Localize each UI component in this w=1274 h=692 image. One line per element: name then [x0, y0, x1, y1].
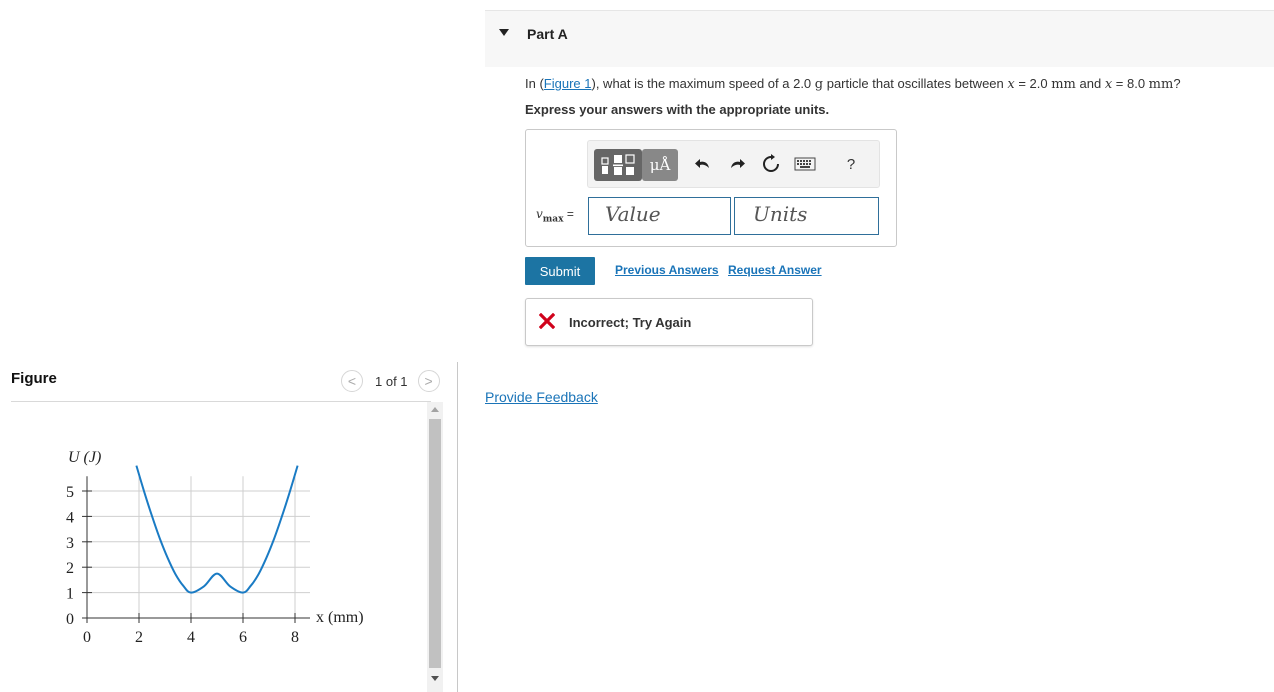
question-text: In (Figure 1), what is the maximum speed…: [525, 76, 1181, 92]
submit-button[interactable]: Submit: [525, 257, 595, 285]
scroll-thumb[interactable]: [429, 419, 441, 668]
figure-link[interactable]: Figure 1: [544, 76, 592, 91]
redo-icon[interactable]: [726, 153, 748, 175]
chart-grid: [87, 476, 310, 618]
question-mid: ), what is the maximum speed of a 2.0: [591, 76, 815, 91]
units-input[interactable]: Units: [734, 197, 879, 235]
templates-button[interactable]: [594, 149, 642, 181]
x-tick-label: 0: [83, 629, 91, 646]
x-axis-label: x (mm): [316, 609, 364, 626]
feedback-text: Incorrect; Try Again: [569, 315, 692, 330]
chevron-left-icon: <: [347, 373, 357, 389]
reset-icon[interactable]: [760, 153, 782, 175]
length-unit-1: mm: [1051, 77, 1076, 92]
part-a-header[interactable]: Part A: [485, 10, 1274, 67]
math-toolbar: μÅ ?: [587, 140, 880, 188]
question-prefix: In (: [525, 76, 544, 91]
energy-curve: [135, 465, 299, 594]
x-tick-label: 2: [135, 629, 143, 646]
y-tick-label: 1: [66, 586, 74, 603]
prev-figure-button[interactable]: <: [341, 370, 363, 392]
y-tick-label: 0: [66, 611, 74, 628]
var-v: v: [536, 207, 543, 221]
part-title: Part A: [527, 26, 568, 42]
var-x1: x: [1007, 77, 1015, 92]
scroll-down-icon[interactable]: [431, 676, 439, 681]
units-button[interactable]: μÅ: [642, 149, 678, 181]
answer-box: μÅ ? vmax = Value Units: [525, 129, 897, 247]
mass-unit: g: [814, 77, 824, 92]
y-tick-label: 4: [66, 509, 74, 526]
provide-feedback-link[interactable]: Provide Feedback: [485, 389, 598, 405]
feedback-box: Incorrect; Try Again: [525, 298, 813, 346]
instruction-text: Express your answers with the appropriat…: [525, 102, 830, 117]
keyboard-icon[interactable]: [794, 153, 816, 175]
eq2: = 8.0: [1112, 76, 1149, 91]
and-text: and: [1075, 76, 1105, 91]
question-end: ?: [1173, 76, 1181, 91]
vmax-label: vmax =: [536, 207, 574, 224]
x-tick-label: 8: [291, 629, 299, 646]
panel-divider[interactable]: [457, 362, 458, 692]
x-tick-label: 6: [239, 629, 247, 646]
var-sub: max: [542, 214, 564, 225]
undo-icon[interactable]: [692, 153, 714, 175]
question-mid2: particle that oscillates between: [823, 76, 1008, 91]
figure-title: Figure: [11, 370, 57, 387]
y-tick-label: 2: [66, 560, 74, 577]
next-figure-button[interactable]: >: [417, 370, 440, 392]
pager-text: 1 of 1: [375, 373, 408, 389]
y-tick-label: 3: [66, 535, 74, 552]
y-axis-label: U (J): [68, 449, 101, 466]
previous-answers-link[interactable]: Previous Answers: [615, 263, 719, 277]
figure-scrollbar[interactable]: [427, 402, 443, 692]
caret-down-icon[interactable]: [499, 29, 509, 36]
potential-energy-chart: 0 1 2 3 4 5 0 2 4 6 8 U (J) x (mm): [66, 449, 364, 646]
eq1: = 2.0: [1014, 76, 1052, 91]
length-unit-2: mm: [1148, 77, 1174, 92]
figure-pager: < 1 of 1 >: [341, 370, 440, 392]
fraction-template-icon: [601, 154, 635, 175]
equals-sign: =: [566, 207, 574, 221]
value-input[interactable]: Value: [588, 197, 731, 235]
help-button[interactable]: ?: [840, 153, 862, 175]
scroll-up-icon[interactable]: [431, 407, 439, 412]
x-tick-label: 4: [187, 629, 195, 646]
incorrect-x-icon: [539, 313, 555, 329]
y-tick-label: 5: [66, 484, 74, 501]
request-answer-link[interactable]: Request Answer: [728, 263, 822, 277]
chart-axes: [86, 476, 310, 619]
chevron-right-icon: >: [424, 373, 433, 389]
